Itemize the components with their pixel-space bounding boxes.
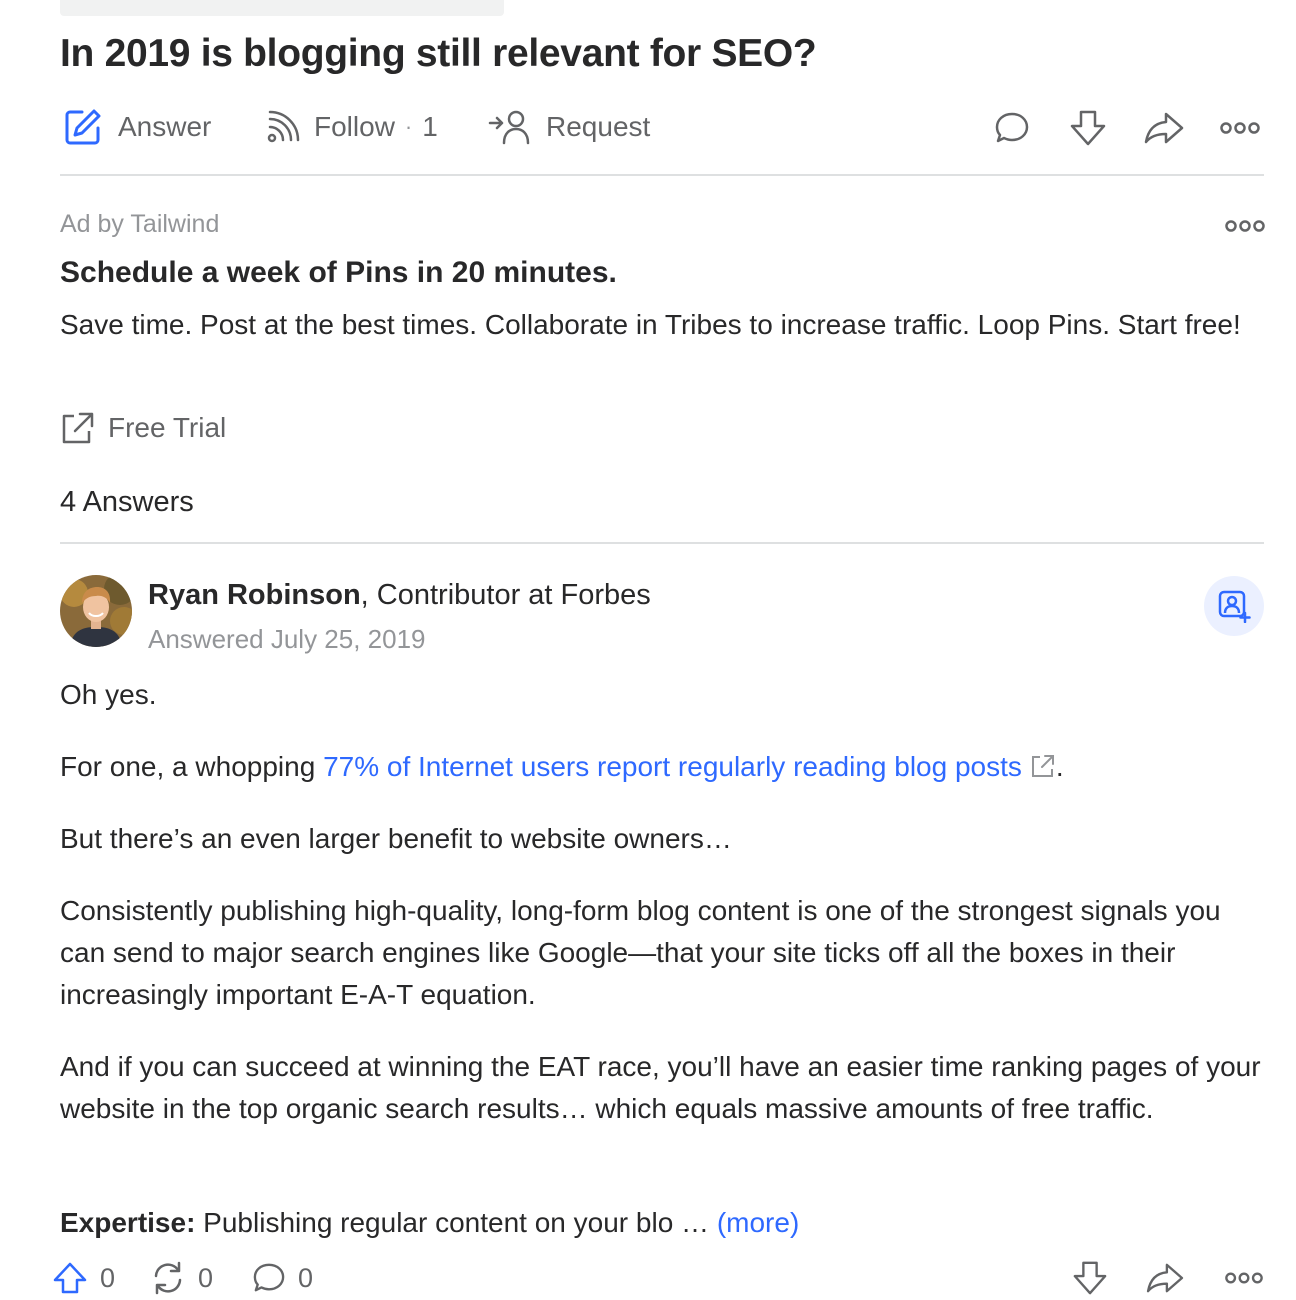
wifi-feed-icon — [267, 110, 300, 143]
answer-button[interactable]: Answer — [64, 102, 211, 152]
comment-icon — [253, 1263, 285, 1292]
external-link-icon — [62, 412, 94, 444]
answer-text: Publishing regular content on your blo … — [195, 1207, 717, 1238]
request-button[interactable]: Request — [488, 102, 650, 152]
share-button[interactable] — [1142, 106, 1186, 150]
answer-text: . — [1055, 751, 1064, 782]
external-link-icon[interactable] — [1030, 753, 1056, 779]
reshare-icon — [154, 1261, 182, 1295]
more-button[interactable] — [1218, 106, 1262, 150]
reshare-button[interactable]: 0 — [150, 1256, 213, 1300]
author-name[interactable]: Ryan Robinson — [148, 579, 361, 611]
ad-title[interactable]: Schedule a week of Pins in 20 minutes. — [60, 256, 617, 290]
answers-count: 4 Answers — [60, 486, 194, 518]
more-icon — [1225, 220, 1265, 232]
pen-square-icon — [65, 109, 101, 145]
upvote-count: 0 — [100, 1262, 116, 1293]
answer-label: Answer — [118, 111, 212, 142]
follow-label: Follow — [314, 111, 395, 142]
follow-author-button[interactable] — [1204, 576, 1264, 636]
follow-count: 1 — [422, 111, 438, 142]
answer-paragraph: But there’s an even larger benefit to we… — [60, 823, 732, 854]
upvote-icon — [53, 1262, 87, 1294]
follow-button[interactable]: Follow · 1 — [266, 102, 438, 152]
ad-body[interactable]: Save time. Post at the best times. Colla… — [60, 304, 1250, 346]
upvote-button[interactable]: 0 — [52, 1256, 115, 1300]
share-icon — [1144, 112, 1184, 144]
request-label: Request — [546, 111, 651, 142]
question-action-bar: Answer Follow · 1 Request — [60, 102, 1266, 152]
answer-text: For one, a whopping — [60, 751, 324, 782]
free-trial-button[interactable]: Free Trial — [60, 406, 226, 450]
share-icon — [1146, 1263, 1184, 1293]
author-line: Ryan Robinson, Contributor at Forbes — [148, 579, 651, 612]
answer-footer: 0 0 0 — [52, 1256, 1268, 1300]
ad-label[interactable]: Ad by Tailwind — [60, 210, 219, 239]
downvote-button[interactable] — [1070, 1256, 1110, 1300]
more-icon — [1225, 1272, 1263, 1284]
answer-paragraph: For one, a whopping 77% of Internet user… — [60, 746, 1266, 788]
avatar[interactable] — [60, 575, 132, 647]
arrow-icon[interactable] — [522, 0, 542, 6]
more-link[interactable]: (more) — [717, 1207, 799, 1238]
stats-link[interactable]: 77% of Internet users report regularly r… — [323, 751, 1022, 782]
comment-button[interactable] — [990, 106, 1034, 150]
divider — [60, 542, 1264, 544]
person-arrow-icon — [488, 110, 530, 145]
comment-count: 0 — [298, 1262, 314, 1293]
share-button[interactable] — [1146, 1256, 1184, 1300]
answer-paragraph: Oh yes. — [60, 679, 157, 710]
downvote-button[interactable] — [1066, 106, 1110, 150]
free-trial-label: Free Trial — [108, 412, 227, 443]
answer-paragraph: Consistently publishing high-quality, lo… — [60, 895, 1221, 1010]
expertise-heading: Expertise: — [60, 1207, 196, 1238]
downvote-icon — [1073, 1261, 1107, 1295]
author-credential[interactable]: , Contributor at Forbes — [361, 579, 651, 611]
add-person-icon — [1218, 590, 1251, 623]
answer-paragraph: Expertise: Publishing regular content on… — [60, 1202, 1266, 1244]
answered-date[interactable]: Answered July 25, 2019 — [148, 624, 426, 655]
divider — [60, 174, 1264, 176]
topic-chip[interactable] — [60, 0, 504, 16]
follow-separator: · — [404, 114, 413, 139]
answer-paragraph: And if you can succeed at winning the EA… — [60, 1051, 1261, 1124]
reshare-count: 0 — [198, 1262, 214, 1293]
comment-icon — [995, 112, 1029, 143]
ad-more-button[interactable] — [1224, 214, 1268, 238]
question-title[interactable]: In 2019 is blogging still relevant for S… — [60, 32, 817, 76]
downvote-icon — [1070, 110, 1106, 146]
more-icon — [1220, 122, 1260, 134]
comments-button[interactable]: 0 — [252, 1256, 313, 1300]
more-button[interactable] — [1224, 1256, 1264, 1300]
